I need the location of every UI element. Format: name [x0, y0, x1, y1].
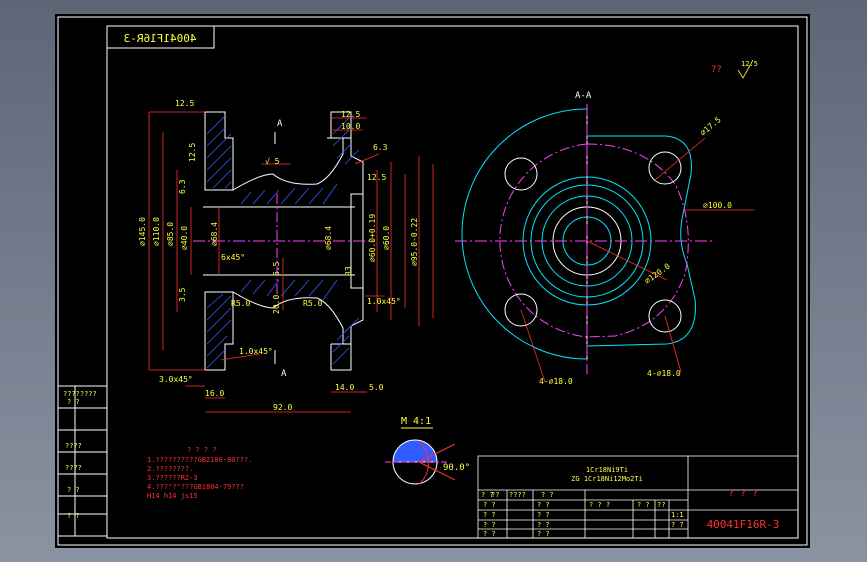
dim-3-5: 3.5: [178, 287, 187, 302]
dim-4-18-right: 4-⌀18.0: [647, 369, 681, 378]
rough-1: 12.5: [175, 99, 194, 108]
tb-small-2: ????: [509, 491, 526, 499]
detail-view: M 4:1 90.0°: [385, 416, 470, 485]
bolt-hole-3: [648, 151, 682, 185]
tb-left-2: ? ?: [483, 521, 496, 529]
cut-label-bottom: A: [281, 369, 287, 379]
dim-68-right: ⌀68.4: [324, 226, 333, 250]
dim-r5-left: R5.0: [231, 299, 250, 308]
top-question-marks: ??: [711, 65, 722, 75]
dim-chamfer-3: 3.0x45°: [159, 375, 193, 384]
strip-row-3: ????: [65, 464, 82, 472]
rough-6: √ 5: [265, 157, 280, 166]
tb-mid-1: ? ?: [537, 511, 550, 519]
tb-scale: 1:1: [671, 511, 684, 519]
tb-left-3: ? ?: [483, 530, 496, 538]
plan-view: A-A ⌀17.5 ⌀100.0 ⌀120.0 4-⌀18.0 4-⌀18.0: [455, 91, 755, 386]
note-5: H14 h14 js15: [147, 492, 198, 500]
tb-right-small-4: ? ?: [671, 521, 684, 529]
detail-top-half: [392, 439, 438, 463]
tb-right-small-0: ? ? ?: [589, 501, 610, 509]
material-1: 1Cr18Ni9Ti: [586, 466, 628, 474]
hatch-pattern: [206, 115, 360, 369]
dim-110: ⌀110.0: [152, 217, 161, 246]
tb-right-small-1: ? ?: [637, 501, 650, 509]
stamp-mirrored-text: 40041F16R-3: [124, 32, 197, 45]
strip-row-4: ? ?: [67, 486, 80, 494]
detail-label: M 4:1: [401, 416, 431, 427]
dim-4-18-left: 4-⌀18.0: [539, 377, 573, 386]
dim-r3: R3: [344, 266, 353, 276]
tb-mid-2: ? ?: [537, 521, 550, 529]
dim-92: 92.0: [273, 403, 292, 412]
dim-12-5-top: 12.5: [341, 110, 360, 119]
section-view: ⌀145.0 ⌀110.0 ⌀85.0 ⌀40.0 ⌀68.4 ⌀68.4 ⌀6…: [138, 99, 434, 413]
note-1: 1.??????????GB2100-80???.: [147, 456, 252, 464]
dim-60: ⌀60.0: [382, 226, 391, 250]
dim-6-5: 6.5: [272, 261, 281, 276]
note-2: 2.????????.: [147, 465, 193, 473]
tb-mid-3: ? ?: [537, 530, 550, 538]
dim-5: 5.0: [369, 383, 384, 392]
left-flange-bottom: [204, 291, 234, 371]
dim-16: 16.0: [205, 389, 224, 398]
drawing-number: 40041F16R-3: [707, 518, 780, 531]
bolt-hole-1: [504, 157, 538, 191]
rough-4: 6.3: [178, 179, 187, 194]
notes-heading: ? ? ? ?: [187, 446, 217, 454]
dim-10: 10.0: [341, 122, 360, 131]
rough-2: 12.5: [188, 143, 197, 162]
material-2: ZG 1Cr18Ni12Mo2Ti: [571, 475, 643, 483]
dim-85: ⌀85.0: [166, 222, 175, 246]
dim-100: ⌀100.0: [703, 201, 732, 210]
note-4: 4.???"?"???GB1804-79???: [147, 483, 244, 491]
dim-95: ⌀95.0-0.22: [410, 218, 419, 266]
dim-40: ⌀40.0: [180, 226, 189, 250]
dim-chamfer-6: 6x45°: [221, 253, 245, 262]
dim-chamfer-1b: 1.0x45°: [239, 347, 273, 356]
dim-20: 20.0: [272, 295, 281, 314]
dim-145: ⌀145.0: [138, 217, 147, 246]
dim-60-tol: ⌀60.0+0.19: [368, 214, 377, 262]
strip-row-5: ? ?: [67, 512, 80, 520]
rough-5: 12.5: [367, 173, 386, 182]
dim-chamfer-1a: 1.0x45°: [367, 297, 401, 306]
dim-68-left: ⌀68.4: [210, 222, 219, 246]
dim-14: 14.0: [335, 383, 354, 392]
note-3: 3.??????R2-3: [147, 474, 198, 482]
title-question: ? ? ?: [728, 488, 758, 499]
rough-3: 6.3: [373, 143, 388, 152]
dim-17-5: ⌀17.5: [699, 115, 723, 137]
detail-bottom-half: [392, 461, 438, 485]
tb-small-3: ? ?: [541, 491, 554, 499]
cad-drawing: 40041F16R-3 ???????? ? ? ???? ???? ? ? ?…: [57, 16, 808, 546]
drawing-canvas[interactable]: 40041F16R-3 ???????? ? ? ???? ???? ? ? ?…: [55, 14, 810, 548]
left-flange-top: [204, 111, 234, 191]
tb-small-1: ??: [491, 491, 499, 499]
detail-angle: 90.0°: [443, 463, 470, 473]
tb-left-1: ? ?: [483, 511, 496, 519]
strip-row-1: ? ?: [67, 398, 80, 406]
tb-mid-0: ? ?: [537, 501, 550, 509]
dim-120: ⌀120.0: [643, 262, 672, 286]
strip-row-0: ????????: [63, 390, 97, 398]
tech-notes: ? ? ? ? 1.??????????GB2100-80???. 2.????…: [147, 446, 252, 500]
cut-label-top: A: [277, 119, 283, 129]
left-strip-table: [57, 385, 108, 537]
dim-r5-right: R5.0: [303, 299, 322, 308]
section-label: A-A: [575, 91, 592, 101]
tb-left-0: ? ?: [483, 501, 496, 509]
tb-right-small-2: ??: [657, 501, 665, 509]
strip-row-2: ????: [65, 442, 82, 450]
